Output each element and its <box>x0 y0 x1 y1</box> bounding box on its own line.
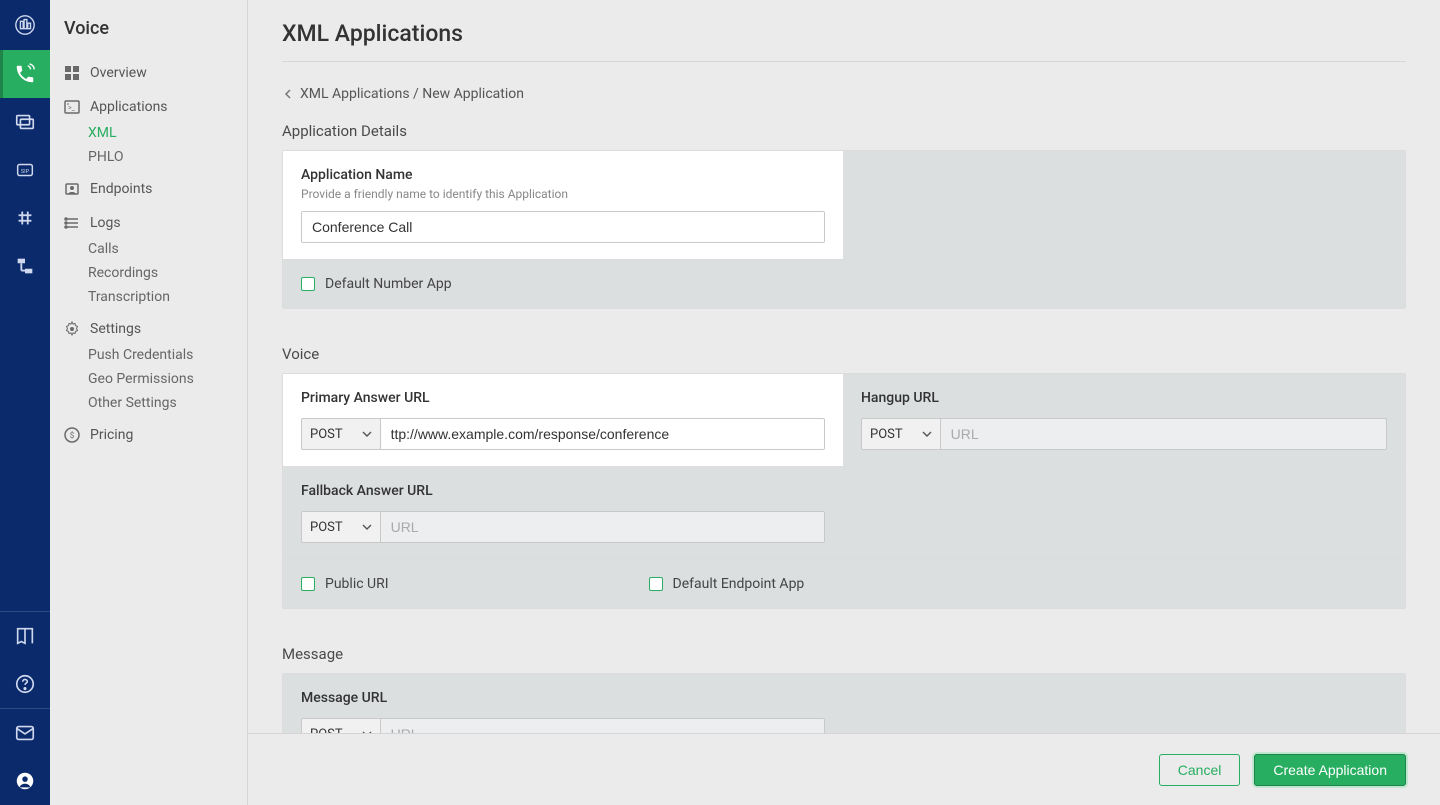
section-title-message: Message <box>282 633 1406 673</box>
sidebar-item-transcription[interactable]: Transcription <box>50 285 247 309</box>
icon-rail: SIP <box>0 0 50 805</box>
chevron-down-icon <box>362 429 372 439</box>
select-primary-method[interactable]: POST <box>301 418 380 450</box>
sidebar-item-push[interactable]: Push Credentials <box>50 343 247 367</box>
label-message-url: Message URL <box>301 690 825 706</box>
icon-rail-bottom <box>0 611 50 805</box>
label-public-uri: Public URI <box>325 576 389 592</box>
sidebar-logs-label: Logs <box>90 215 121 231</box>
sidebar-endpoints-label: Endpoints <box>90 181 152 197</box>
cell-application-name: Application Name Provide a friendly name… <box>283 151 843 259</box>
cell-primary-answer: Primary Answer URL POST <box>283 374 843 466</box>
voice-icon[interactable] <box>0 50 50 98</box>
breadcrumb[interactable]: XML Applications / New Application <box>248 72 1440 110</box>
sidebar-item-overview[interactable]: Overview <box>50 59 247 87</box>
section-title-app-details: Application Details <box>282 110 1406 150</box>
settings-icon <box>64 321 80 337</box>
svg-text:SIP: SIP <box>21 169 30 175</box>
icon-rail-top: SIP <box>0 0 50 611</box>
checkbox-default-number-app[interactable]: Default Number App <box>301 276 1387 292</box>
label-application-name: Application Name <box>301 167 825 183</box>
section-title-voice: Voice <box>282 333 1406 373</box>
chevron-left-icon <box>282 88 294 100</box>
numbers-icon[interactable] <box>0 194 50 242</box>
create-application-button[interactable]: Create Application <box>1254 754 1406 786</box>
logo-icon[interactable] <box>0 0 50 50</box>
checkbox-public-uri[interactable]: Public URI <box>301 576 389 592</box>
checkbox-icon <box>301 277 315 291</box>
sidebar-product-title: Voice <box>50 12 247 53</box>
card-voice: Primary Answer URL POST Hangup URL <box>282 373 1406 609</box>
label-hangup-url: Hangup URL <box>861 390 1387 406</box>
input-hangup-url[interactable] <box>940 418 1387 450</box>
sidebar-item-settings[interactable]: Settings <box>50 315 247 343</box>
sidebar-overview-label: Overview <box>90 65 147 81</box>
main-header: XML Applications <box>248 0 1440 72</box>
input-fallback-url[interactable] <box>380 511 825 543</box>
avatar-icon[interactable] <box>0 757 50 805</box>
input-primary-url[interactable] <box>380 418 825 450</box>
svg-text:$: $ <box>70 431 75 440</box>
zentrunk-icon[interactable] <box>0 242 50 290</box>
select-fallback-method[interactable]: POST <box>301 511 380 543</box>
hint-application-name: Provide a friendly name to identify this… <box>301 187 825 201</box>
sidebar-item-phlo[interactable]: PHLO <box>50 145 247 169</box>
sidebar-item-pricing[interactable]: $ Pricing <box>50 421 247 449</box>
cell-fallback-answer: Fallback Answer URL POST <box>283 467 843 559</box>
sidebar-item-calls[interactable]: Calls <box>50 237 247 261</box>
docs-icon[interactable] <box>0 612 50 660</box>
cell-default-number: Default Number App <box>283 260 1405 308</box>
footer-bar: Cancel Create Application <box>248 733 1440 805</box>
sidebar-applications-label: Applications <box>90 99 168 115</box>
label-default-number-app: Default Number App <box>325 276 452 292</box>
sidebar-pricing-label: Pricing <box>90 427 133 443</box>
page-title: XML Applications <box>282 20 1406 47</box>
help-icon[interactable] <box>0 660 50 708</box>
overview-icon <box>64 65 80 81</box>
checkbox-icon <box>649 577 663 591</box>
checkbox-icon <box>301 577 315 591</box>
logs-icon <box>64 215 80 231</box>
sidebar-settings-label: Settings <box>90 321 141 337</box>
sidebar-item-logs[interactable]: Logs <box>50 209 247 237</box>
sidebar-item-recordings[interactable]: Recordings <box>50 261 247 285</box>
chevron-down-icon <box>922 429 932 439</box>
sidebar-item-geo[interactable]: Geo Permissions <box>50 367 247 391</box>
messaging-icon[interactable] <box>0 98 50 146</box>
sidebar-item-other-settings[interactable]: Other Settings <box>50 391 247 415</box>
breadcrumb-text: XML Applications / New Application <box>300 86 524 102</box>
sidebar-item-endpoints[interactable]: Endpoints <box>50 175 247 203</box>
checkbox-default-endpoint-app[interactable]: Default Endpoint App <box>649 576 805 592</box>
card-application-details: Application Name Provide a friendly name… <box>282 150 1406 309</box>
support-icon[interactable] <box>0 709 50 757</box>
sidebar-item-applications[interactable]: >_ Applications <box>50 93 247 121</box>
cell-hangup-url: Hangup URL POST <box>843 374 1405 466</box>
svg-text:>_: >_ <box>68 104 76 112</box>
sidebar: Voice Overview >_ Applications XML PHLO … <box>50 0 248 805</box>
select-hangup-method[interactable]: POST <box>861 418 940 450</box>
label-default-endpoint-app: Default Endpoint App <box>673 576 805 592</box>
sip-icon[interactable]: SIP <box>0 146 50 194</box>
main-content: XML Applications XML Applications / New … <box>248 0 1440 805</box>
applications-icon: >_ <box>64 99 80 115</box>
label-primary-answer: Primary Answer URL <box>301 390 825 406</box>
chevron-down-icon <box>362 522 372 532</box>
cancel-button[interactable]: Cancel <box>1159 754 1241 786</box>
label-fallback-answer: Fallback Answer URL <box>301 483 825 499</box>
pricing-icon: $ <box>64 427 80 443</box>
endpoints-icon <box>64 181 80 197</box>
input-application-name[interactable] <box>301 211 825 243</box>
sidebar-item-xml[interactable]: XML <box>50 121 247 145</box>
